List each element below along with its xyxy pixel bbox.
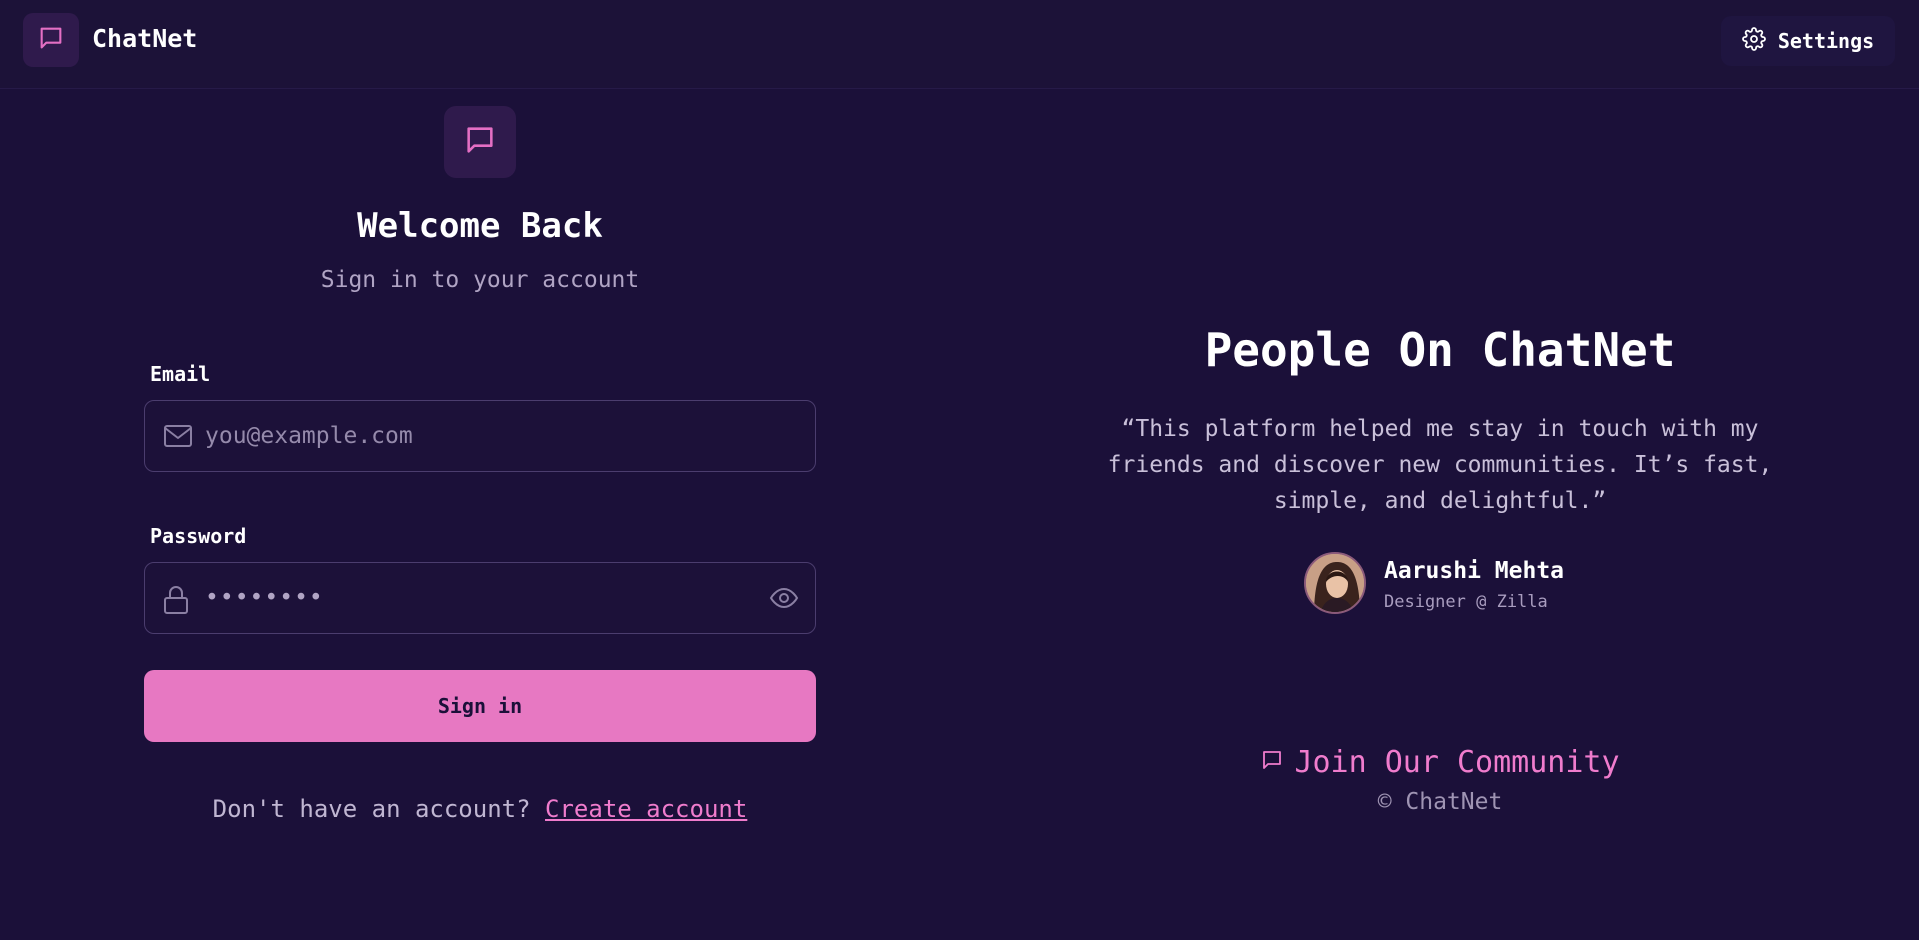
form-logo	[444, 106, 516, 178]
testimonial-title: People On ChatNet	[1204, 323, 1676, 377]
signup-row: Don't have an account? Create account	[144, 795, 816, 823]
lock-icon	[163, 585, 189, 619]
signup-prompt: Don't have an account?	[212, 795, 531, 823]
author-role: Designer @ Zilla	[1384, 592, 1548, 612]
message-square-icon	[37, 24, 65, 56]
settings-label: Settings	[1777, 29, 1875, 53]
email-field[interactable]	[144, 400, 816, 472]
top-header: ChatNet Settings	[0, 0, 1919, 89]
join-community-link[interactable]: Join Our Community	[1040, 745, 1840, 780]
message-square-icon	[1260, 745, 1284, 780]
page-subtitle: Sign in to your account	[320, 267, 640, 293]
mail-icon	[163, 423, 193, 453]
email-label: Email	[150, 362, 211, 386]
app-logo[interactable]	[23, 13, 79, 67]
copyright: © ChatNet	[1377, 789, 1503, 815]
settings-button[interactable]: Settings	[1721, 16, 1895, 66]
brand-name[interactable]: ChatNet	[92, 24, 197, 53]
eye-icon[interactable]	[769, 585, 799, 615]
create-account-link[interactable]: Create account	[545, 795, 747, 823]
join-community-label: Join Our Community	[1294, 745, 1620, 780]
author-name: Aarushi Mehta	[1384, 558, 1565, 584]
message-square-icon	[463, 123, 497, 161]
password-label: Password	[150, 524, 247, 548]
gear-icon	[1741, 27, 1766, 55]
testimonial-quote: “This platform helped me stay in touch w…	[1107, 416, 1773, 514]
email-input[interactable]	[205, 401, 765, 471]
password-input[interactable]	[205, 563, 765, 633]
password-field[interactable]	[144, 562, 816, 634]
avatar	[1304, 552, 1366, 614]
sign-in-button[interactable]: Sign in	[144, 670, 816, 742]
page-title: Welcome Back	[357, 206, 603, 246]
